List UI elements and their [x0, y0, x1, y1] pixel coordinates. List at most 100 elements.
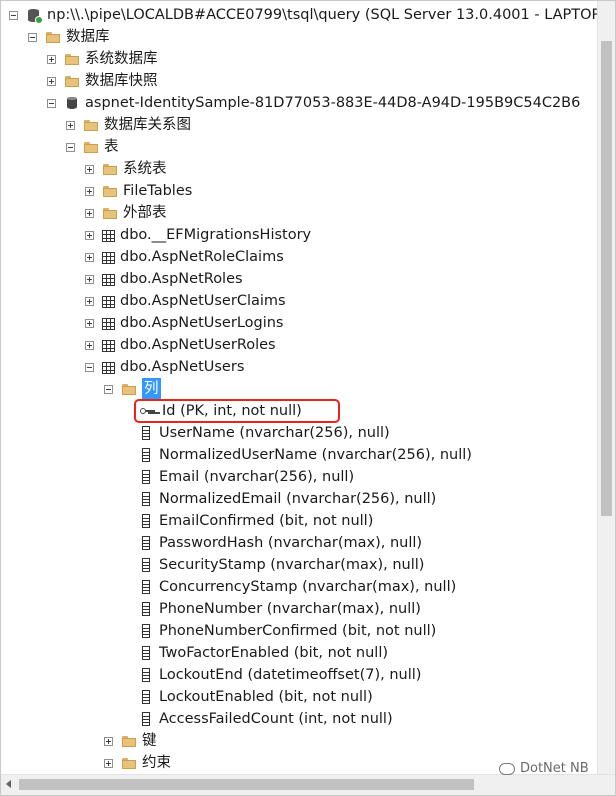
table-node[interactable]: dbo.__EFMigrationsHistory — [85, 224, 311, 246]
expand-toggle[interactable] — [85, 296, 94, 306]
column-icon — [142, 624, 150, 638]
database-node[interactable]: aspnet-IdentitySample-81D77053-883E-44D8… — [47, 92, 580, 114]
expand-toggle[interactable] — [104, 736, 113, 746]
external-tables-node[interactable]: 外部表 — [85, 202, 167, 224]
column-node[interactable]: PhoneNumberConfirmed (bit, not null) — [138, 620, 436, 642]
folder-icon — [121, 381, 137, 397]
collapse-toggle[interactable] — [104, 384, 113, 394]
scroll-left-arrow-icon[interactable] — [6, 780, 11, 788]
vertical-scroll-thumb[interactable] — [601, 41, 612, 516]
column-label: NormalizedUserName (nvarchar(256), null) — [159, 447, 472, 463]
collapse-toggle[interactable] — [66, 142, 75, 152]
expand-toggle[interactable] — [85, 186, 94, 196]
collapse-toggle[interactable] — [9, 10, 18, 20]
system-tables-label: 系统表 — [123, 161, 167, 177]
table-icon — [102, 318, 115, 330]
column-icon — [142, 712, 150, 726]
filetables-node[interactable]: FileTables — [85, 180, 192, 202]
snapshots-node[interactable]: 数据库快照 — [47, 70, 158, 92]
column-node[interactable]: AccessFailedCount (int, not null) — [138, 708, 393, 730]
tables-node[interactable]: 表 — [66, 136, 119, 158]
column-node[interactable]: PhoneNumber (nvarchar(max), null) — [138, 598, 421, 620]
server-label: np:\\.\pipe\LOCALDB#ACCE0799\tsql\query … — [47, 7, 601, 23]
column-label: PasswordHash (nvarchar(max), null) — [159, 535, 423, 551]
server-node[interactable]: np:\\.\pipe\LOCALDB#ACCE0799\tsql\query … — [9, 4, 600, 26]
table-label: dbo.AspNetRoles — [120, 271, 243, 287]
column-icon — [142, 690, 150, 704]
horizontal-scrollbar[interactable] — [1, 774, 615, 795]
table-node[interactable]: dbo.AspNetUserRoles — [85, 334, 276, 356]
table-node[interactable]: dbo.AspNetUserClaims — [85, 290, 286, 312]
folder-icon — [83, 117, 99, 133]
table-icon — [102, 362, 115, 374]
table-label: dbo.AspNetUserLogins — [120, 315, 284, 331]
column-node[interactable]: SecurityStamp (nvarchar(max), null) — [138, 554, 424, 576]
wechat-icon — [499, 762, 515, 775]
table-node[interactable]: dbo.AspNetRoleClaims — [85, 246, 284, 268]
columns-folder-node[interactable]: 列 — [104, 378, 161, 400]
expand-toggle[interactable] — [104, 758, 113, 768]
filetables-label: FileTables — [123, 183, 193, 199]
column-node[interactable]: UserName (nvarchar(256), null) — [138, 422, 390, 444]
expand-toggle[interactable] — [85, 230, 94, 240]
keys-folder-label: 键 — [142, 733, 157, 749]
table-label: dbo.AspNetUserClaims — [120, 293, 286, 309]
column-icon — [142, 580, 150, 594]
collapse-toggle[interactable] — [47, 98, 56, 108]
column-node[interactable]: TwoFactorEnabled (bit, not null) — [138, 642, 388, 664]
column-node[interactable]: NormalizedUserName (nvarchar(256), null) — [138, 444, 472, 466]
snapshots-label: 数据库快照 — [85, 73, 158, 89]
column-label: LockoutEnd (datetimeoffset(7), null) — [159, 667, 422, 683]
horizontal-scroll-thumb[interactable] — [19, 779, 474, 790]
databases-label: 数据库 — [66, 29, 110, 45]
folder-icon — [121, 733, 137, 749]
database-icon — [64, 95, 80, 111]
database-label: aspnet-IdentitySample-81D77053-883E-44D8… — [85, 95, 581, 111]
column-label: PhoneNumber (nvarchar(max), null) — [159, 601, 421, 617]
expand-toggle[interactable] — [85, 164, 94, 174]
object-explorer-tree: np:\\.\pipe\LOCALDB#ACCE0799\tsql\query … — [0, 0, 616, 796]
column-label: EmailConfirmed (bit, not null) — [159, 513, 374, 529]
table-node-aspnetusers[interactable]: dbo.AspNetUsers — [85, 356, 244, 378]
column-icon — [142, 536, 150, 550]
expand-toggle[interactable] — [47, 76, 56, 86]
table-node[interactable]: dbo.AspNetUserLogins — [85, 312, 284, 334]
keys-folder-node[interactable]: 键 — [104, 730, 157, 752]
folder-icon — [83, 139, 99, 155]
column-node[interactable]: LockoutEnabled (bit, not null) — [138, 686, 373, 708]
expand-toggle[interactable] — [66, 120, 75, 130]
constraints-folder-node[interactable]: 约束 — [104, 752, 171, 774]
column-label: SecurityStamp (nvarchar(max), null) — [159, 557, 425, 573]
expand-toggle[interactable] — [85, 252, 94, 262]
collapse-toggle[interactable] — [28, 32, 37, 42]
expand-toggle[interactable] — [85, 318, 94, 328]
system-tables-node[interactable]: 系统表 — [85, 158, 167, 180]
system-databases-node[interactable]: 系统数据库 — [47, 48, 158, 70]
table-icon — [102, 274, 115, 286]
column-icon — [142, 602, 150, 616]
column-icon — [142, 668, 150, 682]
folder-icon — [45, 29, 61, 45]
table-label: dbo.AspNetUsers — [120, 359, 245, 375]
columns-folder-label: 列 — [142, 378, 161, 400]
expand-toggle[interactable] — [85, 340, 94, 350]
column-node[interactable]: NormalizedEmail (nvarchar(256), null) — [138, 488, 436, 510]
column-node[interactable]: PasswordHash (nvarchar(max), null) — [138, 532, 422, 554]
diagrams-node[interactable]: 数据库关系图 — [66, 114, 191, 136]
table-icon — [102, 296, 115, 308]
expand-toggle[interactable] — [47, 54, 56, 64]
table-node[interactable]: dbo.AspNetRoles — [85, 268, 243, 290]
folder-icon — [64, 73, 80, 89]
databases-node[interactable]: 数据库 — [28, 26, 110, 48]
folder-icon — [102, 161, 118, 177]
expand-toggle[interactable] — [85, 274, 94, 284]
vertical-scrollbar[interactable] — [597, 1, 615, 776]
expand-toggle[interactable] — [85, 208, 94, 218]
column-node[interactable]: LockoutEnd (datetimeoffset(7), null) — [138, 664, 421, 686]
collapse-toggle[interactable] — [85, 362, 94, 372]
table-icon — [102, 252, 115, 264]
table-icon — [102, 340, 115, 352]
column-node[interactable]: Email (nvarchar(256), null) — [138, 466, 354, 488]
column-node[interactable]: EmailConfirmed (bit, not null) — [138, 510, 373, 532]
column-node[interactable]: ConcurrencyStamp (nvarchar(max), null) — [138, 576, 456, 598]
